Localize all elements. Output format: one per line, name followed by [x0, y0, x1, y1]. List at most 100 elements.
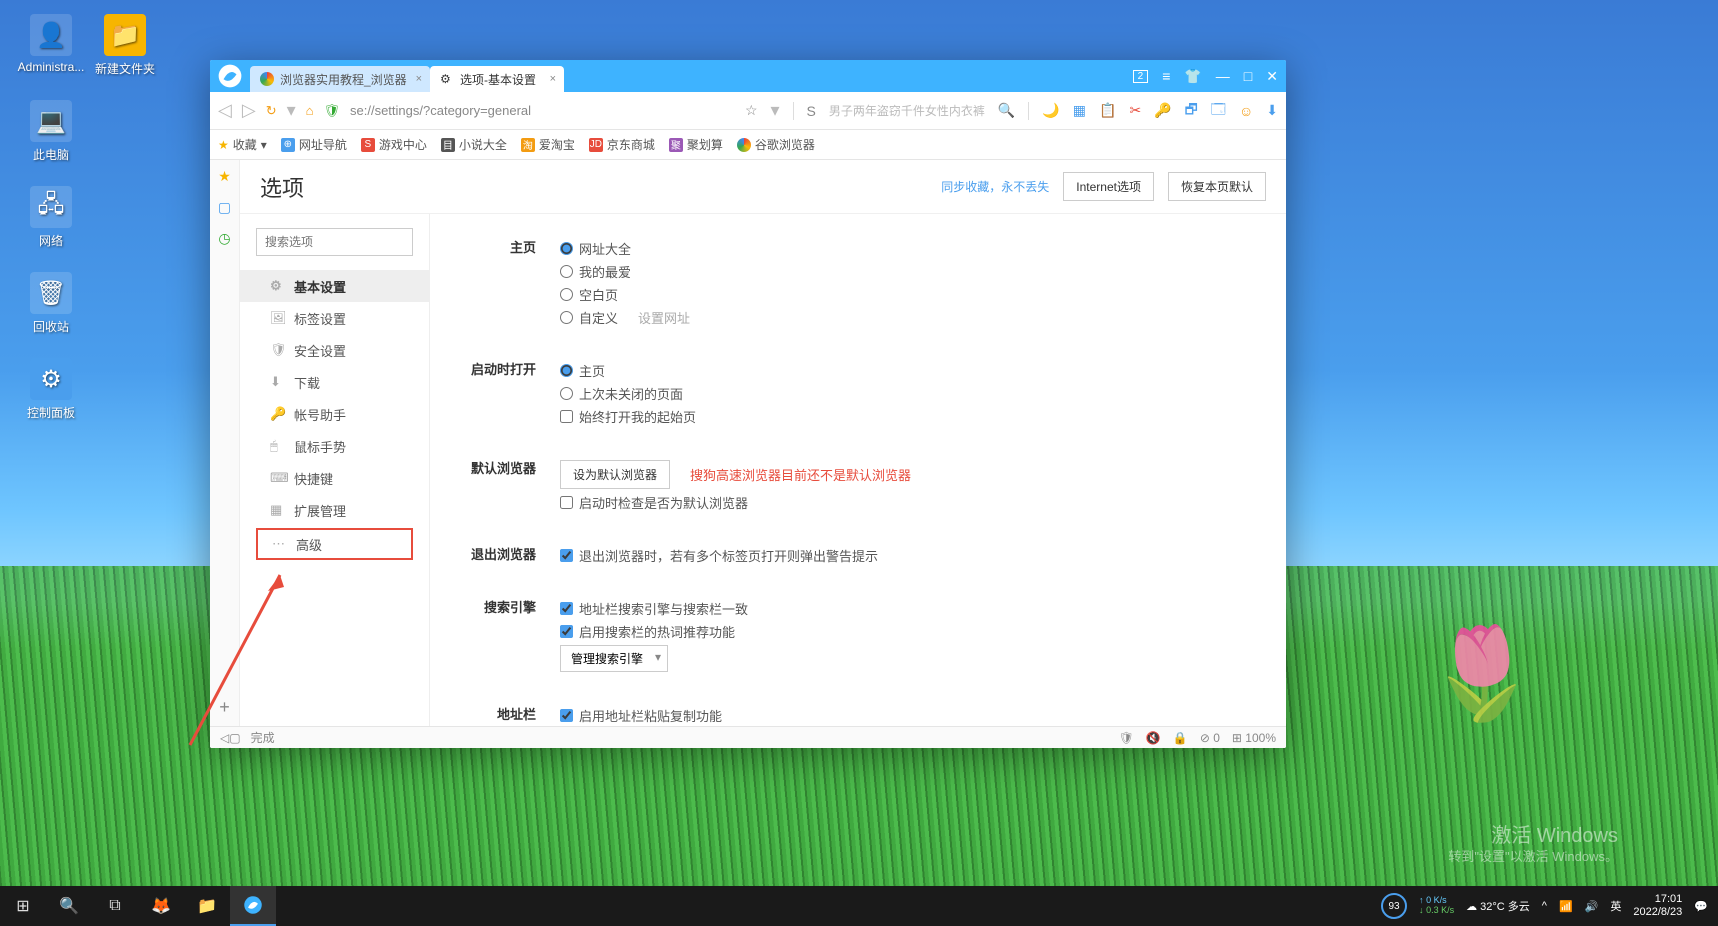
- radio-startup-home[interactable]: 主页: [560, 359, 1286, 382]
- tray-volume-icon[interactable]: 🔊: [1585, 900, 1599, 913]
- desktop-icon-recycle[interactable]: 🗑回收站: [14, 272, 88, 335]
- desktop-icon-control[interactable]: ⚙控制面板: [14, 358, 88, 421]
- sidebar-item-shortcut[interactable]: ⌨快捷键: [240, 462, 429, 494]
- window-icon[interactable]: 🗔: [1211, 99, 1226, 123]
- sidebar-item-basic[interactable]: ⚙基本设置: [240, 270, 429, 302]
- menu-icon[interactable]: ≡: [1162, 68, 1170, 84]
- checkbox-check-default[interactable]: 启动时检查是否为默认浏览器: [560, 491, 1286, 514]
- split-icon[interactable]: ◁▢: [220, 731, 241, 745]
- page-body: ⚙基本设置 🖼标签设置 🛡安全设置 ⬇下载 🔑帐号助手 🖱鼠标手势 ⌨快捷键 ▦…: [240, 214, 1286, 726]
- tray-notifications-icon[interactable]: 💬: [1694, 900, 1708, 913]
- rail-history-icon[interactable]: ◷: [218, 230, 230, 247]
- sidebar-item-mouse[interactable]: 🖱鼠标手势: [240, 430, 429, 462]
- sidebar-item-extensions[interactable]: ▦扩展管理: [240, 494, 429, 526]
- sidebar-item-download[interactable]: ⬇下载: [240, 366, 429, 398]
- skin-icon[interactable]: 👕: [1184, 68, 1201, 85]
- status-adblock[interactable]: ⊘ 0: [1200, 731, 1220, 745]
- back-icon[interactable]: ◁: [218, 100, 232, 121]
- address-input[interactable]: [350, 103, 720, 118]
- download-icon[interactable]: ⬇: [1266, 102, 1278, 119]
- badge-count[interactable]: 2: [1133, 70, 1149, 83]
- rail-screen-icon[interactable]: ▢: [218, 199, 231, 216]
- desktop-icon-network[interactable]: 🖧网络: [14, 186, 88, 249]
- bookmark-item[interactable]: 聚聚划算: [669, 136, 723, 153]
- scissors-icon[interactable]: ✂: [1129, 102, 1141, 119]
- radio-homepage-custom[interactable]: 自定义设置网址: [560, 306, 1286, 329]
- set-url-link[interactable]: 设置网址: [638, 308, 690, 327]
- sidebar-item-account[interactable]: 🔑帐号助手: [240, 398, 429, 430]
- search-engine-icon[interactable]: S: [807, 103, 816, 119]
- internet-options-button[interactable]: Internet选项: [1063, 172, 1154, 201]
- checkbox-always-start[interactable]: 始终打开我的起始页: [560, 405, 1286, 428]
- checkbox-addrbar-paste[interactable]: 启用地址栏粘贴复制功能: [560, 704, 1286, 726]
- close-icon[interactable]: ×: [550, 73, 556, 85]
- sidebar-item-security[interactable]: 🛡安全设置: [240, 334, 429, 366]
- sync-link[interactable]: 同步收藏，永不丢失: [941, 178, 1049, 195]
- key-icon[interactable]: 🔑: [1154, 102, 1171, 119]
- refresh-icon[interactable]: ↻: [266, 103, 277, 119]
- sidebar-item-tabs[interactable]: 🖼标签设置: [240, 302, 429, 334]
- bookmark-item[interactable]: ⊕网址导航: [281, 136, 347, 153]
- face-icon[interactable]: ☺: [1239, 103, 1253, 119]
- manage-search-button[interactable]: 管理搜索引擎: [560, 645, 668, 672]
- translate-icon[interactable]: 🗗: [1185, 99, 1198, 123]
- net-monitor[interactable]: 93: [1381, 893, 1407, 919]
- bookmark-item[interactable]: 目小说大全: [441, 136, 507, 153]
- sidebar-item-advanced[interactable]: ⋯高级: [256, 528, 413, 560]
- radio-homepage-all[interactable]: 网址大全: [560, 237, 1286, 260]
- checkbox-search-sync[interactable]: 地址栏搜索引擎与搜索栏一致: [560, 597, 1286, 620]
- explorer-taskbar[interactable]: 📁: [184, 886, 230, 926]
- dropdown-icon[interactable]: ▾: [287, 100, 296, 121]
- browser-logo[interactable]: [210, 60, 250, 92]
- bookmark-item[interactable]: S游戏中心: [361, 136, 427, 153]
- grid-icon[interactable]: ▦: [1073, 102, 1086, 119]
- minimize-icon[interactable]: —: [1216, 68, 1230, 84]
- restore-defaults-button[interactable]: 恢复本页默认: [1168, 172, 1266, 201]
- note-icon[interactable]: 📋: [1099, 102, 1116, 119]
- tab-tutorial[interactable]: 浏览器实用教程_浏览器×: [250, 66, 430, 92]
- status-mute-icon[interactable]: 🔇: [1146, 731, 1161, 745]
- forward-icon[interactable]: ▷: [242, 100, 256, 121]
- search-hint[interactable]: 男子两年盗窃千件女性内衣裤: [829, 102, 985, 119]
- radio-homepage-fav[interactable]: 我的最爱: [560, 260, 1286, 283]
- search-button[interactable]: 🔍: [46, 886, 92, 926]
- star-icon[interactable]: ☆: [745, 102, 758, 119]
- tray-clock[interactable]: 17:012022/8/23: [1633, 893, 1682, 919]
- tray-network-icon[interactable]: 📶: [1559, 900, 1573, 913]
- close-icon[interactable]: ×: [416, 73, 422, 85]
- rail-star-icon[interactable]: ★: [218, 168, 231, 185]
- search-options-input[interactable]: [265, 235, 404, 249]
- desktop-icon-thispc[interactable]: 💻此电脑: [14, 100, 88, 163]
- bookmark-item[interactable]: JD京东商城: [589, 136, 655, 153]
- checkbox-exit-warn[interactable]: 退出浏览器时，若有多个标签页打开则弹出警告提示: [560, 544, 1286, 567]
- status-zoom[interactable]: ⊞ 100%: [1232, 731, 1276, 745]
- search-options-box[interactable]: [256, 228, 413, 256]
- bookmark-item[interactable]: 谷歌浏览器: [737, 136, 815, 153]
- home-icon[interactable]: ⌂: [306, 103, 314, 118]
- status-shield-icon[interactable]: 🛡: [1119, 731, 1134, 745]
- more-icon: ⋯: [272, 536, 286, 552]
- grid-icon: ▦: [270, 502, 284, 518]
- radio-homepage-blank[interactable]: 空白页: [560, 283, 1286, 306]
- favorites-menu[interactable]: ★收藏 ▾: [218, 136, 267, 153]
- search-icon[interactable]: 🔍: [998, 102, 1015, 119]
- firefox-taskbar[interactable]: 🦊: [138, 886, 184, 926]
- tab-settings[interactable]: ⚙选项-基本设置×: [430, 66, 564, 92]
- desktop-icon-folder[interactable]: 📁新建文件夹: [88, 14, 162, 77]
- sogou-taskbar[interactable]: [230, 886, 276, 926]
- maximize-icon[interactable]: □: [1244, 68, 1252, 84]
- tray-ime[interactable]: 英: [1610, 898, 1621, 914]
- set-default-button[interactable]: 设为默认浏览器: [560, 460, 670, 489]
- status-lock-icon[interactable]: 🔒: [1173, 731, 1188, 745]
- checkbox-search-hot[interactable]: 启用搜索栏的热词推荐功能: [560, 620, 1286, 643]
- moon-icon[interactable]: 🌙: [1042, 102, 1059, 119]
- taskview-button[interactable]: ⧉: [92, 886, 138, 926]
- weather-tray[interactable]: ☁ 32°C 多云: [1466, 898, 1530, 914]
- start-button[interactable]: ⊞: [0, 886, 46, 926]
- rail-add-icon[interactable]: +: [219, 697, 230, 718]
- radio-startup-last[interactable]: 上次未关闭的页面: [560, 382, 1286, 405]
- tray-expand-icon[interactable]: ^: [1542, 900, 1547, 912]
- bookmark-item[interactable]: 淘爱淘宝: [521, 136, 575, 153]
- desktop-icon-admin[interactable]: 👤Administra...: [14, 14, 88, 74]
- close-window-icon[interactable]: ✕: [1266, 68, 1278, 85]
